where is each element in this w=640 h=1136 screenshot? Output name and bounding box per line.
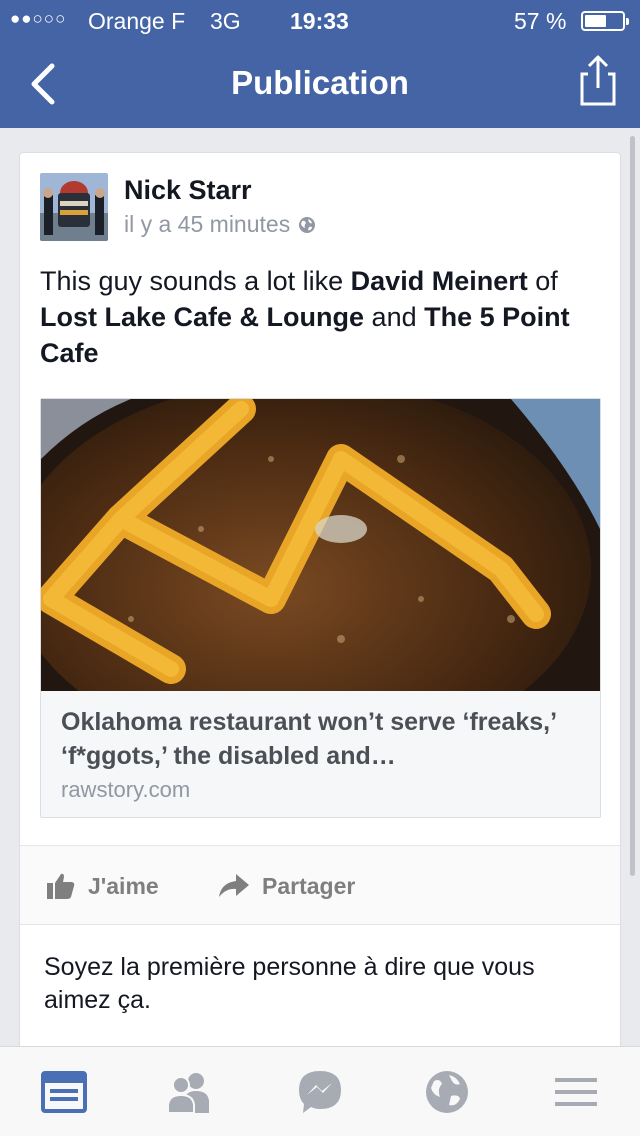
chevron-left-icon [31, 63, 55, 105]
share-icon [580, 55, 616, 106]
top-bar: ●●○○○ Orange F 3G 19:33 57 % Publication [0, 0, 640, 128]
clock: 19:33 [290, 8, 349, 34]
friends-icon [167, 1073, 209, 1114]
post-text: This guy sounds a lot like David Meinert… [40, 263, 600, 371]
back-button[interactable] [22, 60, 66, 108]
action-bar: J'aime Partager [20, 845, 620, 925]
like-label: J'aime [88, 872, 159, 899]
tab-friends[interactable] [165, 1067, 215, 1117]
tab-menu[interactable] [552, 1067, 602, 1117]
carrier-name: Orange F [88, 8, 186, 34]
tab-news-feed[interactable] [40, 1067, 90, 1117]
link-title[interactable]: Oklahoma restaurant won’t serve ‘freaks,… [61, 705, 586, 773]
timestamp[interactable]: il y a 45 minutes [124, 211, 290, 238]
post-text-segment: This guy sounds a lot like [40, 266, 351, 296]
likes-summary: Soyez la première personne à dire que vo… [44, 953, 535, 1014]
messenger-icon [299, 1071, 341, 1113]
author-name[interactable]: Nick Starr [124, 175, 252, 206]
news-feed-icon [41, 1071, 87, 1113]
globe-icon [299, 216, 316, 233]
link-domain: rawstory.com [61, 777, 191, 802]
link-preview[interactable]: Oklahoma restaurant won’t serve ‘freaks,… [40, 398, 601, 818]
thumbs-up-icon [47, 873, 75, 899]
signal-strength: ●●○○○ [10, 9, 67, 28]
page-title: Publication [231, 64, 409, 101]
menu-icon [555, 1078, 597, 1106]
battery-percentage: 57 % [514, 8, 567, 34]
link-caption: Oklahoma restaurant won’t serve ‘freaks,… [41, 691, 600, 817]
post-text-segment: and [364, 302, 425, 332]
avatar[interactable] [40, 173, 108, 241]
post-meta: il y a 45 minutes [124, 211, 316, 238]
post-text-segment: of [527, 266, 558, 296]
post-card: Nick Starr il y a 45 minutes This guy so… [19, 152, 621, 1062]
network-type: 3G [210, 8, 241, 34]
battery-icon [581, 11, 629, 31]
tab-notifications[interactable] [422, 1067, 472, 1117]
share-label: Partager [262, 872, 356, 899]
tab-bar [0, 1046, 640, 1136]
battery-fill [585, 15, 606, 27]
share-action-button[interactable]: Partager [218, 846, 355, 926]
link-image [41, 399, 600, 691]
share-button[interactable] [576, 54, 620, 108]
scrollbar[interactable] [630, 136, 635, 876]
like-button[interactable]: J'aime [46, 846, 159, 926]
share-arrow-icon [219, 874, 249, 897]
status-bar: ●●○○○ Orange F 3G 19:33 57 % [0, 0, 640, 40]
mention-david-meinert[interactable]: David Meinert [351, 266, 528, 296]
notifications-globe-icon [426, 1071, 468, 1113]
tab-messenger[interactable] [295, 1067, 345, 1117]
mention-lost-lake-cafe[interactable]: Lost Lake Cafe & Lounge [40, 302, 364, 332]
